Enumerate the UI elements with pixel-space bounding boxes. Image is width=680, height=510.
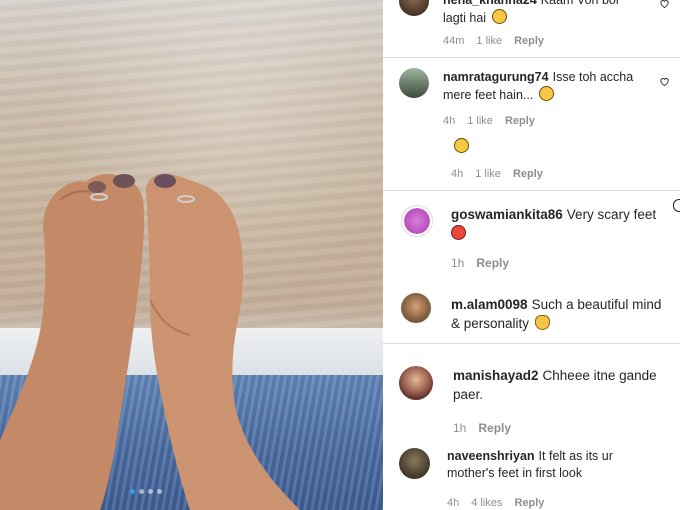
comment-item: manishayad2 Chheee itne gande paer. 1h Re… [383,356,680,441]
reply-button[interactable]: Reply [478,421,511,435]
comment-body: goswamiankita86 Very scary feet [451,205,666,243]
comment-likes[interactable]: 1 like [467,115,493,127]
comment-item: neha_khanna24 Kaam Voh bol lagti hai 44m … [383,0,680,60]
divider [383,190,680,191]
comment-body: naveenshriyan It felt as its ur mother's … [447,448,657,482]
comment-item: goswamiankita86 Very scary feet 1h Reply [383,195,680,280]
comment-time: 4h [443,115,456,127]
comment-meta: 44m 1 like Reply [443,35,544,47]
face-icon [454,138,469,153]
post-photo[interactable] [0,0,383,510]
grinning-face-icon [491,9,507,24]
reply-button[interactable]: Reply [505,115,535,127]
avatar[interactable] [399,0,429,16]
comment-time: 1h [451,256,465,270]
carousel-indicator[interactable] [130,489,162,494]
comment-likes[interactable]: 1 like [475,168,501,180]
reply-button[interactable]: Reply [514,35,544,47]
angry-face-icon [451,225,466,240]
feet-illustration [0,173,300,510]
comment-likes[interactable]: 1 like [476,35,502,47]
divider [383,343,680,344]
reply-button[interactable]: Reply [513,168,543,180]
surprised-face-icon [538,86,554,101]
avatar[interactable] [399,448,430,479]
comment-likes[interactable]: 4 likes [471,497,502,509]
reply-button[interactable]: Reply [476,256,509,270]
carousel-dot[interactable] [148,489,153,494]
comment-meta: 4h 1 like Reply [451,168,543,180]
divider [383,57,680,58]
comment-username[interactable]: goswamiankita86 [451,207,563,222]
comment-item: m.alam0098 Such a beautiful mind & person… [383,285,680,345]
comment-meta: 1h Reply [453,421,511,435]
comment-username[interactable]: naveenshriyan [447,449,535,463]
comment-username[interactable]: neha_khanna24 [443,0,537,7]
avatar[interactable] [401,293,431,323]
comment-body: manishayad2 Chheee itne gande paer. [453,366,673,404]
heart-icon[interactable] [673,199,680,212]
avatar[interactable] [399,68,429,98]
comment-body: namratagurung74 Isse toh accha mere feet … [443,69,643,104]
carousel-dot[interactable] [157,489,162,494]
heart-icon[interactable] [659,76,670,87]
comment-time: 1h [453,421,467,435]
avatar[interactable] [401,205,433,237]
comment-item: 4h 1 like Reply [383,130,680,190]
comment-time: 4h [447,497,460,509]
comments-panel[interactable]: neha_khanna24 Kaam Voh bol lagti hai 44m … [383,0,680,510]
carousel-dot-active[interactable] [130,489,135,494]
comment-username[interactable]: manishayad2 [453,368,539,383]
comment-body: m.alam0098 Such a beautiful mind & person… [451,295,666,333]
carousel-dot[interactable] [139,489,144,494]
comment-item: namratagurung74 Isse toh accha mere feet … [383,60,680,140]
comment-meta: 4h 1 like Reply [443,115,535,127]
comment-username[interactable]: m.alam0098 [451,297,528,312]
comment-time: 4h [451,168,464,180]
heart-icon[interactable] [659,0,670,9]
comment-item: naveenshriyan It felt as its ur mother's … [383,438,680,510]
comment-username[interactable]: namratagurung74 [443,70,549,84]
avatar[interactable] [399,366,433,400]
comment-text: Very scary feet [566,207,657,222]
reply-button[interactable]: Reply [514,497,544,509]
comment-time: 44m [443,35,465,47]
comment-meta: 1h Reply [451,256,509,270]
clapping-hands-icon [534,315,550,330]
comment-body: neha_khanna24 Kaam Voh bol lagti hai [443,0,643,27]
comment-meta: 4h 4 likes Reply [447,497,544,509]
